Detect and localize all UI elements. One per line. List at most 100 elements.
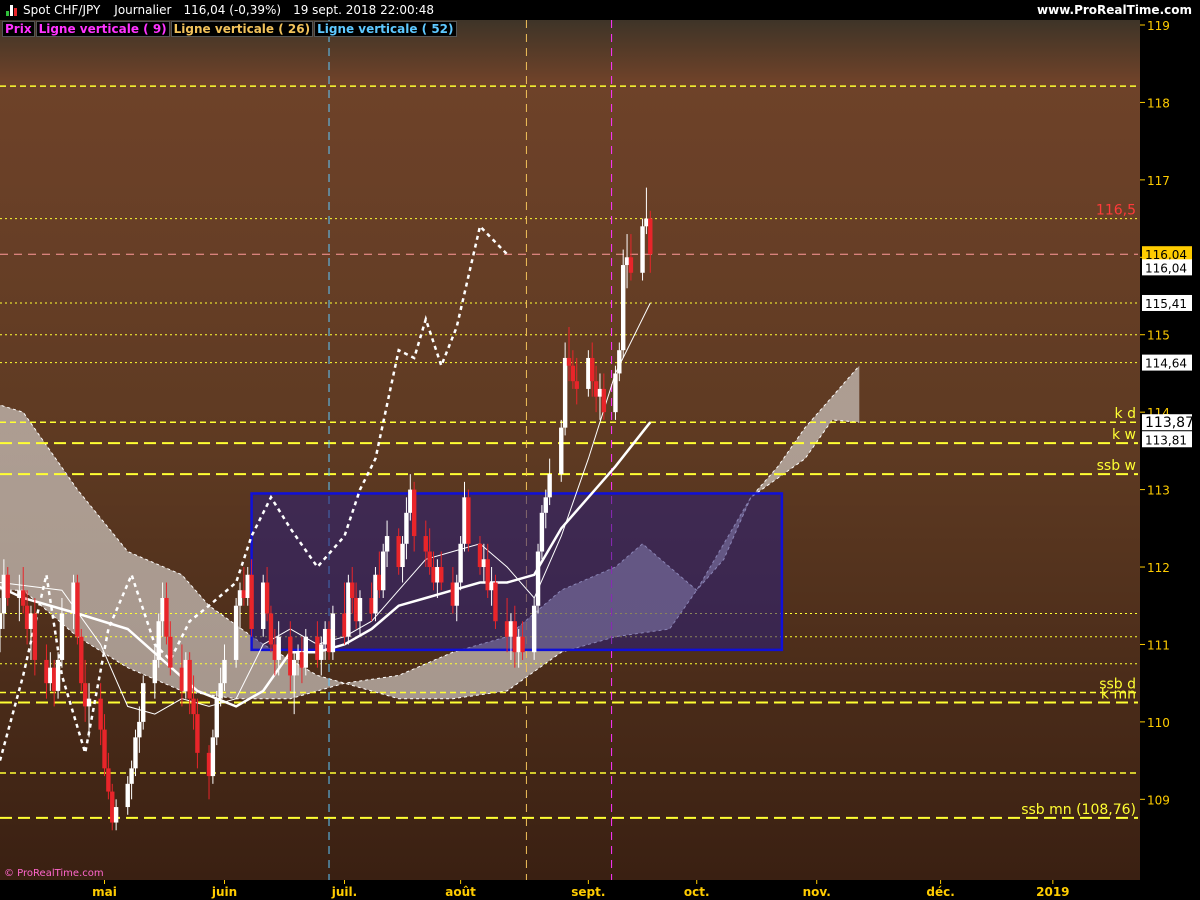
candle-body-2[interactable] xyxy=(5,574,10,598)
candle-body-13[interactable] xyxy=(71,582,76,614)
candle-body-57[interactable] xyxy=(303,636,308,668)
candle-body-63[interactable] xyxy=(342,613,347,637)
candle-body-96[interactable] xyxy=(516,636,521,653)
candle-body-46[interactable] xyxy=(245,574,250,598)
candle-body-80[interactable] xyxy=(431,567,436,583)
candle-body-78[interactable] xyxy=(423,536,428,552)
candle-body-54[interactable] xyxy=(291,659,297,676)
candle-body-59[interactable] xyxy=(319,644,324,660)
legend-item-vline-26[interactable]: Ligne verticale ( 26) xyxy=(170,21,314,37)
ichimoku-chart[interactable]: 116,5k dk wssb wssb dk mnssb mn (108,76)… xyxy=(0,0,1200,900)
candle-body-49[interactable] xyxy=(264,582,270,614)
candle-body-82[interactable] xyxy=(439,567,444,583)
candle-body-40[interactable] xyxy=(214,698,219,738)
candle-body-95[interactable] xyxy=(512,621,518,653)
candle-body-72[interactable] xyxy=(384,536,390,552)
candle-body-27[interactable] xyxy=(141,683,146,722)
candle-body-36[interactable] xyxy=(191,698,196,715)
candle-body-116[interactable] xyxy=(624,257,630,266)
legend-item-price[interactable]: Prix xyxy=(2,21,35,37)
candle-body-83[interactable] xyxy=(450,582,456,606)
candle-body-53[interactable] xyxy=(288,636,293,676)
candle-body-109[interactable] xyxy=(590,357,595,382)
candle-body-22[interactable] xyxy=(113,807,119,823)
candle-body-73[interactable] xyxy=(396,536,401,568)
candle-body-113[interactable] xyxy=(613,373,618,413)
candle-body-25[interactable] xyxy=(133,737,138,769)
candle-body-119[interactable] xyxy=(644,218,649,227)
candle-body-33[interactable] xyxy=(179,667,185,691)
candle-body-85[interactable] xyxy=(458,543,463,583)
candle-body-66[interactable] xyxy=(353,597,359,622)
candle-body-1[interactable] xyxy=(1,574,7,614)
candle-body-89[interactable] xyxy=(481,559,487,568)
candle-body-26[interactable] xyxy=(137,721,142,738)
candle-body-14[interactable] xyxy=(75,582,80,637)
candle-body-91[interactable] xyxy=(489,582,494,591)
candle-body-112[interactable] xyxy=(601,388,607,413)
candle-body-71[interactable] xyxy=(381,551,386,591)
candle-body-58[interactable] xyxy=(315,636,320,660)
candle-body-92[interactable] xyxy=(493,582,498,622)
candle-body-79[interactable] xyxy=(427,551,432,568)
candle-body-35[interactable] xyxy=(187,659,192,699)
legend-item-vline-9[interactable]: Ligne verticale ( 9) xyxy=(35,21,170,37)
candle-body-86[interactable] xyxy=(462,497,467,544)
candle-body-28[interactable] xyxy=(152,659,158,684)
candle-body-30[interactable] xyxy=(160,597,165,622)
candle-body-3[interactable] xyxy=(17,590,22,598)
candle-body-97[interactable] xyxy=(520,636,525,653)
candle-body-31[interactable] xyxy=(164,597,169,637)
candle-body-9[interactable] xyxy=(48,667,53,684)
candle-body-74[interactable] xyxy=(400,543,405,568)
candle-body-102[interactable] xyxy=(547,474,552,498)
candle-body-87[interactable] xyxy=(466,497,471,544)
candle-body-19[interactable] xyxy=(102,729,107,769)
candle-body-99[interactable] xyxy=(535,551,541,606)
candle-body-105[interactable] xyxy=(566,357,572,366)
candle-body-47[interactable] xyxy=(249,574,254,629)
candle-body-43[interactable] xyxy=(233,605,239,660)
candle-body-90[interactable] xyxy=(485,559,490,591)
candle-body-50[interactable] xyxy=(268,613,274,645)
candle-body-5[interactable] xyxy=(24,605,30,629)
candle-body-103[interactable] xyxy=(559,427,564,475)
candle-body-68[interactable] xyxy=(369,597,374,614)
candle-body-101[interactable] xyxy=(543,497,548,513)
candle-body-81[interactable] xyxy=(435,567,440,583)
candle-body-104[interactable] xyxy=(562,357,568,428)
candle-body-100[interactable] xyxy=(539,512,545,552)
candle-body-88[interactable] xyxy=(477,543,483,568)
candle-body-110[interactable] xyxy=(593,381,599,397)
candle-body-32[interactable] xyxy=(168,636,173,668)
candle-body-62[interactable] xyxy=(330,613,336,653)
candle-body-56[interactable] xyxy=(299,652,305,668)
candle-body-114[interactable] xyxy=(617,350,622,374)
candle-body-118[interactable] xyxy=(640,226,645,273)
candle-body-61[interactable] xyxy=(326,628,332,653)
candle-body-12[interactable] xyxy=(59,613,65,660)
candle-body-75[interactable] xyxy=(404,512,409,544)
legend-item-vline-52[interactable]: Ligne verticale ( 52) xyxy=(314,21,457,37)
candle-body-34[interactable] xyxy=(183,659,188,691)
candle-body-55[interactable] xyxy=(295,652,301,660)
candle-body-24[interactable] xyxy=(129,768,134,784)
candle-body-23[interactable] xyxy=(125,783,130,808)
candle-body-48[interactable] xyxy=(261,582,266,629)
candle-body-111[interactable] xyxy=(597,388,603,397)
candle-body-93[interactable] xyxy=(504,621,510,637)
candle-body-7[interactable] xyxy=(32,613,38,660)
candle-body-17[interactable] xyxy=(86,698,92,707)
candle-body-42[interactable] xyxy=(222,659,227,684)
candle-body-20[interactable] xyxy=(106,768,111,792)
candle-body-94[interactable] xyxy=(508,621,514,637)
candle-body-117[interactable] xyxy=(628,257,634,273)
candle-body-51[interactable] xyxy=(272,644,278,660)
candle-body-21[interactable] xyxy=(110,791,115,823)
candle-body-44[interactable] xyxy=(237,590,243,606)
candle-body-0[interactable] xyxy=(0,613,3,629)
candle-body-16[interactable] xyxy=(82,683,88,707)
candle-body-84[interactable] xyxy=(454,582,459,606)
candle-body-11[interactable] xyxy=(55,659,61,691)
candle-body-39[interactable] xyxy=(210,737,216,777)
